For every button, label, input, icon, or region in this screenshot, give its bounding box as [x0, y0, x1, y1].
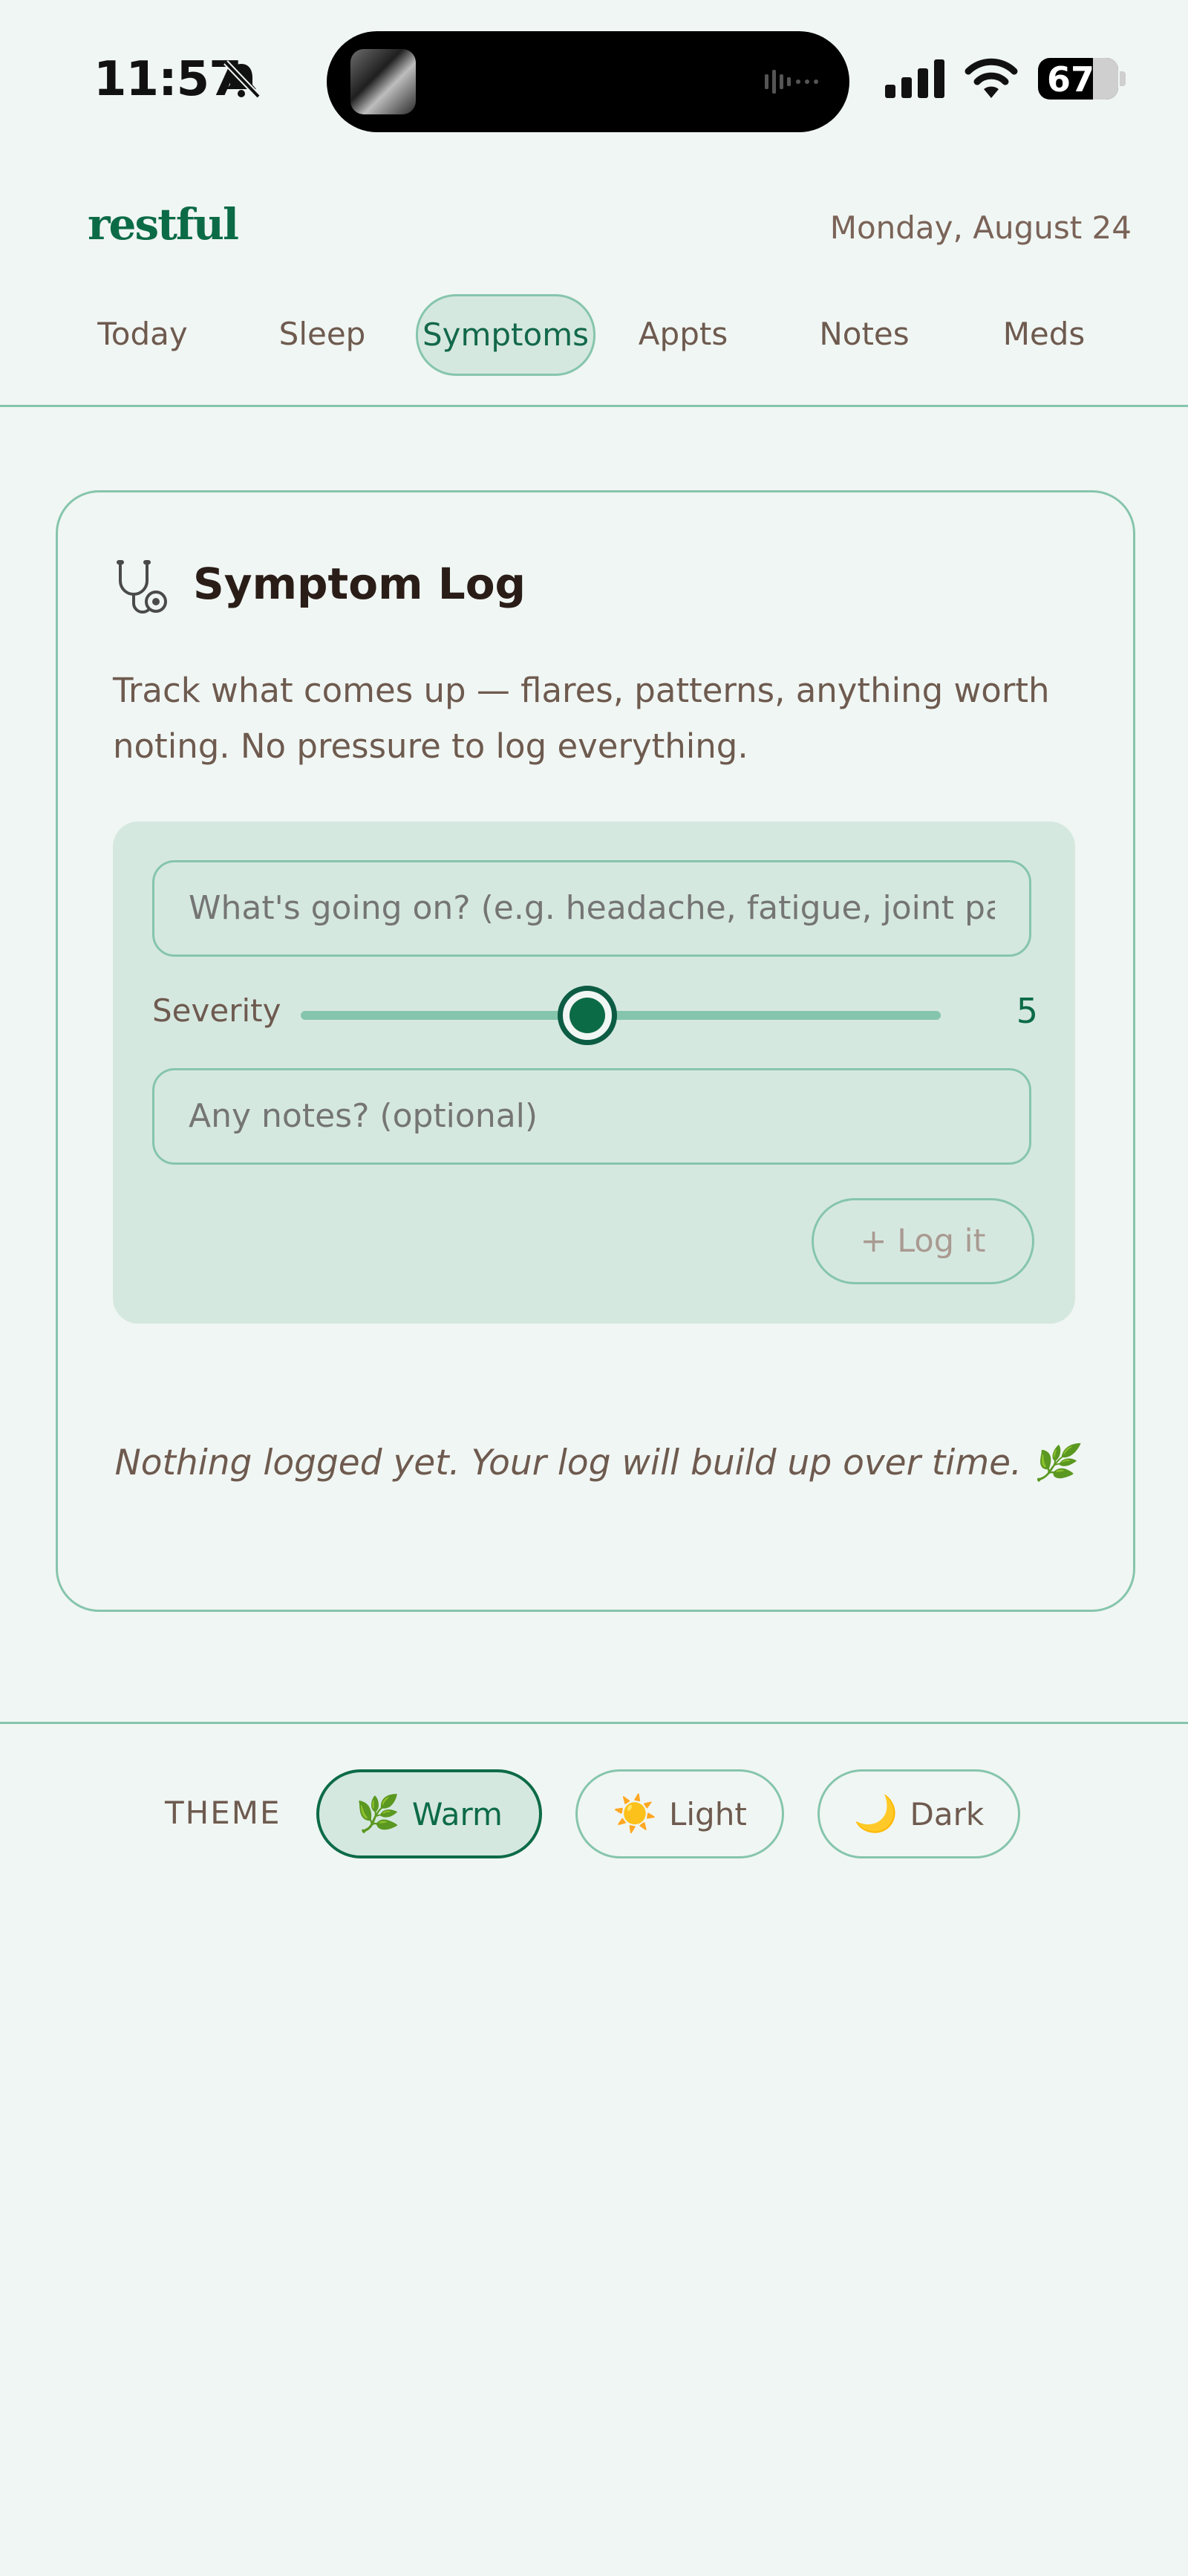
severity-value: 5	[1016, 991, 1038, 1031]
severity-slider[interactable]	[301, 1011, 941, 1020]
theme-option-label: Warm	[411, 1795, 503, 1832]
tab-today[interactable]: Today	[70, 296, 215, 373]
tab-bar: Today Sleep Symptoms Appts Notes Meds	[0, 294, 1188, 377]
bell-muted-icon	[223, 60, 261, 99]
theme-dark-button[interactable]: 🌙 Dark	[817, 1769, 1020, 1858]
battery-indicator: 67	[1038, 58, 1118, 100]
tab-appts[interactable]: Appts	[610, 296, 756, 373]
audio-waveform-icon	[765, 70, 818, 94]
theme-light-button[interactable]: ☀️ Light	[575, 1769, 784, 1858]
app-logo: restful	[88, 199, 239, 250]
theme-warm-button[interactable]: 🌿 Warm	[316, 1769, 542, 1858]
theme-option-label: Light	[668, 1795, 747, 1832]
theme-label: THEME	[165, 1795, 281, 1831]
now-playing-artwork	[350, 49, 416, 114]
status-bar: 11:57 67	[0, 0, 1188, 149]
log-it-button[interactable]: + Log it	[812, 1198, 1034, 1284]
battery-level: 67	[1047, 59, 1095, 100]
empty-state-message: Nothing logged yet. Your log will build …	[114, 1443, 1077, 1483]
symptom-input[interactable]	[152, 860, 1031, 957]
severity-slider-thumb[interactable]	[558, 986, 617, 1045]
moon-icon: 🌙	[853, 1793, 898, 1835]
sun-icon: ☀️	[613, 1793, 657, 1835]
cellular-signal-icon	[885, 59, 944, 98]
header-divider	[0, 405, 1188, 407]
tab-symptoms[interactable]: Symptoms	[416, 294, 595, 376]
tab-sleep[interactable]: Sleep	[249, 296, 395, 373]
footer-divider	[0, 1722, 1188, 1724]
card-description: Track what comes up — flares, patterns, …	[113, 671, 1050, 766]
severity-label: Severity	[152, 992, 281, 1029]
card-title: Symptom Log	[193, 559, 526, 609]
theme-option-label: Dark	[910, 1795, 985, 1832]
battery-nub	[1120, 71, 1126, 86]
wifi-icon	[965, 58, 1018, 98]
notes-input[interactable]	[152, 1068, 1031, 1165]
status-time: 11:57	[94, 52, 242, 107]
leaf-icon: 🌿	[356, 1793, 400, 1835]
stethoscope-icon	[117, 560, 167, 614]
tab-meds[interactable]: Meds	[971, 296, 1117, 373]
tab-notes[interactable]: Notes	[792, 296, 937, 373]
current-date: Monday, August 24	[829, 209, 1132, 246]
dynamic-island	[327, 31, 849, 132]
